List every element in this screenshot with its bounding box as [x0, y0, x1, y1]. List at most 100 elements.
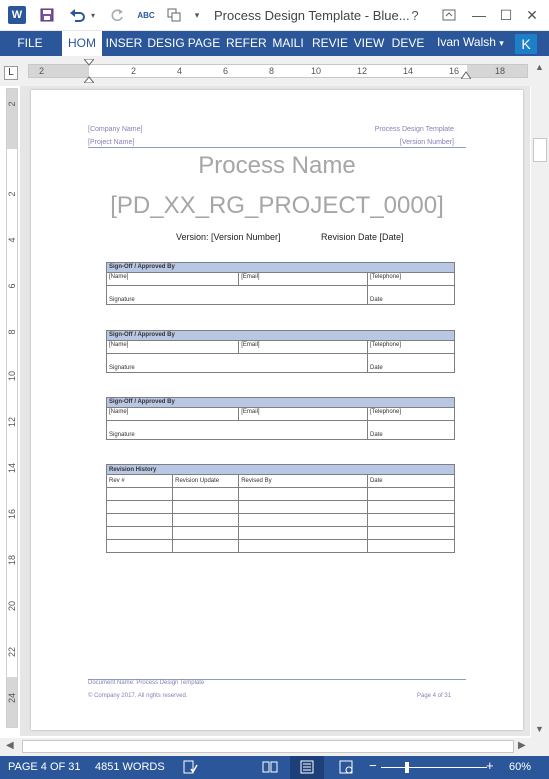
tab-selector[interactable]: L [4, 66, 18, 80]
close-button[interactable]: ✕ [524, 6, 540, 24]
indent-marker-icon[interactable] [84, 59, 94, 83]
tab-home[interactable]: HOM [62, 31, 102, 56]
scroll-right-icon[interactable]: ▶ [518, 740, 526, 751]
page-count-status[interactable]: PAGE 4 OF 31 [8, 761, 81, 773]
print-layout-icon[interactable] [290, 756, 324, 779]
minimize-button[interactable]: — [471, 6, 487, 24]
word-app-icon[interactable]: W [8, 6, 26, 24]
name-cell[interactable]: [Name] [105, 340, 240, 354]
revision-history-table[interactable]: Revision History Rev # Revision Update R… [105, 464, 456, 553]
company-name[interactable]: [Company Name] [88, 123, 142, 136]
date-cell[interactable]: Date [366, 420, 456, 440]
name-cell[interactable]: [Name] [105, 272, 240, 286]
ruler-number: 6 [223, 66, 229, 76]
scroll-thumb[interactable] [533, 138, 547, 162]
maximize-button[interactable]: ☐ [498, 6, 514, 24]
tab-developer[interactable]: DEVE [388, 31, 428, 56]
footer-copyright[interactable]: © Company 2017. All rights reserved. [88, 693, 187, 699]
vertical-scrollbar[interactable]: ▲ ▼ [531, 62, 549, 738]
document-page[interactable]: [Company Name] [Project Name] Process De… [31, 90, 523, 730]
template-name[interactable]: Process Design Template [375, 123, 454, 136]
ruler-number: 8 [7, 329, 17, 335]
undo-icon[interactable] [68, 6, 86, 24]
table-row[interactable] [105, 487, 456, 501]
date-cell[interactable]: Date [366, 353, 456, 373]
tab-page-layout[interactable]: PAGE [186, 31, 222, 56]
ruler-number: 12 [357, 66, 368, 76]
ruler-number: 4 [177, 66, 183, 76]
footer-document-name[interactable]: Document Name: Process Design Template [88, 680, 204, 686]
scroll-track[interactable] [22, 740, 514, 753]
email-cell[interactable]: [Email] [238, 340, 368, 354]
telephone-cell[interactable]: [Telephone] [366, 272, 456, 286]
signoff-heading: Sign-Off / Approved By [106, 262, 455, 273]
signoff-table[interactable]: Sign-Off / Approved By [Name] [Email] [T… [105, 330, 456, 373]
user-name: Ivan Walsh [437, 35, 496, 49]
date-cell[interactable]: Date [366, 285, 456, 305]
tab-design[interactable]: DESIG [146, 31, 186, 56]
signature-cell[interactable]: Signature [106, 285, 368, 305]
table-row[interactable] [105, 500, 456, 514]
tab-review[interactable]: REVIE [310, 31, 350, 56]
read-mode-icon[interactable] [262, 759, 278, 778]
zoom-in-button[interactable]: + [486, 758, 494, 773]
scroll-down-icon[interactable]: ▼ [535, 724, 544, 734]
zoom-out-button[interactable]: − [369, 758, 377, 773]
vertical-ruler[interactable]: 2 2 4 6 8 10 12 14 16 18 20 22 24 [6, 88, 18, 728]
zoom-level[interactable]: 60% [509, 761, 531, 773]
revision-date[interactable]: Revision Date [Date] [321, 232, 404, 242]
right-indent-icon[interactable] [461, 71, 471, 79]
save-icon[interactable] [38, 6, 56, 24]
ruler-area: L 2 2 4 6 8 10 12 14 16 18 [0, 56, 549, 86]
process-name-title[interactable]: Process Name [31, 152, 523, 180]
tab-view[interactable]: VIEW [352, 31, 386, 56]
zoom-slider-track[interactable] [381, 767, 487, 768]
horizontal-scrollbar[interactable]: ◀ ▶ [0, 738, 549, 756]
web-layout-icon[interactable] [338, 759, 354, 778]
undo-dropdown-icon[interactable]: ▾ [88, 6, 98, 24]
help-button[interactable]: ? [408, 6, 422, 24]
email-cell[interactable]: [Email] [238, 407, 368, 421]
ruler-number: 10 [311, 66, 322, 76]
process-code[interactable]: [PD_XX_RG_PROJECT_0000] [31, 192, 523, 220]
name-cell[interactable]: [Name] [105, 407, 240, 421]
user-account[interactable]: Ivan Walsh ▾ [437, 31, 504, 56]
column-header: Revision Update [172, 474, 240, 488]
format-icon[interactable] [165, 6, 183, 24]
ruler-number: 18 [495, 66, 506, 76]
table-row[interactable] [105, 539, 456, 553]
telephone-cell[interactable]: [Telephone] [366, 340, 456, 354]
footer-page-number[interactable]: Page 4 of 31 [417, 693, 451, 699]
version-line[interactable]: Version: [Version Number] [176, 232, 281, 242]
scroll-up-icon[interactable]: ▲ [535, 62, 544, 72]
document-canvas[interactable]: [Company Name] [Project Name] Process De… [20, 86, 530, 736]
signoff-table[interactable]: Sign-Off / Approved By [Name] [Email] [T… [105, 262, 456, 305]
ruler-number: 16 [7, 508, 17, 519]
spelling-icon[interactable]: ABC [137, 6, 155, 24]
telephone-cell[interactable]: [Telephone] [366, 407, 456, 421]
signature-cell[interactable]: Signature [106, 420, 368, 440]
signoff-table[interactable]: Sign-Off / Approved By [Name] [Email] [T… [105, 397, 456, 440]
ribbon-display-options-icon[interactable] [441, 6, 457, 24]
tab-mailings[interactable]: MAILI [268, 31, 308, 56]
ruler-number: 24 [7, 692, 17, 703]
zoom-slider-thumb[interactable] [405, 762, 409, 773]
scroll-left-icon[interactable]: ◀ [6, 740, 14, 751]
email-cell[interactable]: [Email] [238, 272, 368, 286]
redo-icon[interactable] [108, 6, 126, 24]
customize-quick-access-icon[interactable]: ▾ [192, 6, 202, 24]
user-avatar[interactable]: K [515, 34, 537, 54]
tab-file[interactable]: FILE [0, 31, 60, 56]
ruler-number: 22 [7, 646, 17, 657]
word-count-status[interactable]: 4851 WORDS [95, 761, 165, 773]
table-row[interactable] [105, 526, 456, 540]
ruler-number: 6 [7, 283, 17, 289]
signature-cell[interactable]: Signature [106, 353, 368, 373]
ruler-number: 2 [39, 66, 45, 76]
tab-references[interactable]: REFER [226, 31, 267, 56]
tab-insert[interactable]: INSER [104, 31, 144, 56]
table-row[interactable] [105, 513, 456, 527]
ruler-left-margin [29, 65, 89, 77]
proofing-icon[interactable] [182, 759, 198, 778]
horizontal-ruler[interactable]: 2 2 4 6 8 10 12 14 16 18 [28, 59, 528, 83]
